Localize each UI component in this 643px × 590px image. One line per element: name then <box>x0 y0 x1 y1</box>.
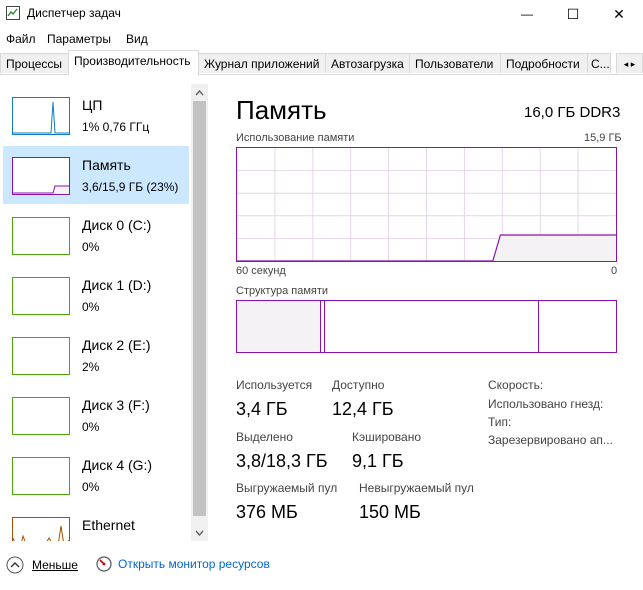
structure-modified <box>324 301 325 352</box>
sidebar-thumbnail-memory <box>12 157 70 195</box>
tab-scroll-arrows[interactable]: ◂ ▸ <box>616 53 643 73</box>
menu-view[interactable]: Вид <box>126 32 148 46</box>
available-value: 12,4 ГБ <box>332 399 394 419</box>
sidebar-item-disk-1[interactable]: Диск 1 (D:) 0% <box>3 266 189 324</box>
sidebar-item-value: Отправлено: 9,2 Пр <box>82 540 189 541</box>
performance-sidebar: ЦП 1% 0,76 ГГц Память 3,6/15,9 ГБ (23%) Диск… <box>0 75 208 541</box>
fewer-details-label[interactable]: Меньше <box>32 558 78 572</box>
sidebar-thumbnail-disk-2 <box>12 337 70 375</box>
usage-graph-label: Использование памяти <box>236 132 355 144</box>
graph-x-left: 60 секунд <box>236 265 286 277</box>
structure-label: Структура памяти <box>236 285 329 297</box>
sidebar-item-name: Память <box>82 157 131 173</box>
paged-pool-label: Выгружаемый пул <box>236 481 338 495</box>
maximize-button[interactable]: ☐ <box>550 0 596 28</box>
tab-users[interactable]: Пользователи <box>409 53 501 73</box>
sidebar-item-disk-2[interactable]: Диск 2 (E:) 2% <box>3 326 189 384</box>
memory-spec: 16,0 ГБ DDR3 <box>524 104 621 121</box>
sidebar-item-value: 0% <box>82 480 100 494</box>
sidebar-thumbnail-ethernet <box>12 517 70 541</box>
nonpaged-pool-value: 150 МБ <box>359 502 421 522</box>
tab-details[interactable]: Подробности <box>500 53 588 73</box>
scroll-up-icon[interactable] <box>195 90 204 96</box>
graph-x-right: 0 <box>611 265 618 277</box>
sidebar-item-name: Диск 1 (D:) <box>82 277 152 293</box>
page-title: Память <box>236 95 327 125</box>
close-button[interactable]: ✕ <box>596 0 642 28</box>
sidebar-thumbnail-disk-0 <box>12 217 70 255</box>
bottom-bar: Меньше Открыть монитор ресурсов <box>0 548 643 590</box>
sidebar-item-disk-0[interactable]: Диск 0 (C:) 0% <box>3 206 189 264</box>
window-title: Диспетчер задач <box>27 6 121 20</box>
sidebar-item-value: 1% 0,76 ГГц <box>82 120 150 134</box>
type-label: Тип: <box>488 415 512 429</box>
minimize-button[interactable]: — <box>504 0 550 28</box>
structure-in-use <box>237 301 321 352</box>
committed-label: Выделено <box>236 430 293 444</box>
sidebar-item-name: Ethernet <box>82 517 135 533</box>
menu-bar: Файл Параметры Вид <box>0 28 643 50</box>
sidebar-item-disk-3[interactable]: Диск 3 (F:) 0% <box>3 386 189 444</box>
sidebar-item-value: 0% <box>82 240 100 254</box>
sidebar-item-name: Диск 0 (C:) <box>82 217 152 233</box>
sidebar-item-value: 0% <box>82 420 100 434</box>
sidebar-item-value: 0% <box>82 300 100 314</box>
tab-app-history[interactable]: Журнал приложений <box>198 53 326 73</box>
tab-performance[interactable]: Производительность <box>68 50 199 75</box>
chevron-up-circle-icon <box>6 556 24 574</box>
available-label: Доступно <box>332 378 385 392</box>
sidebar-item-memory[interactable]: Память 3,6/15,9 ГБ (23%) <box>3 146 189 204</box>
resource-monitor-link[interactable]: Открыть монитор ресурсов <box>96 556 270 572</box>
close-icon: ✕ <box>613 5 625 22</box>
menu-options[interactable]: Параметры <box>47 32 111 46</box>
sidebar-item-value: 3,6/15,9 ГБ (23%) <box>82 180 179 194</box>
sidebar-item-ethernet[interactable]: Ethernet Отправлено: 9,2 Пр <box>3 506 189 541</box>
sidebar-item-name: Диск 3 (F:) <box>82 397 150 413</box>
usage-graph-max: 15,9 ГБ <box>584 132 622 144</box>
sidebar-item-name: ЦП <box>82 97 103 113</box>
memory-structure-graph <box>236 300 617 353</box>
sidebar-item-name: Диск 2 (E:) <box>82 337 151 353</box>
maximize-icon: ☐ <box>566 5 580 22</box>
menu-file[interactable]: Файл <box>6 32 36 46</box>
sidebar-item-cpu[interactable]: ЦП 1% 0,76 ГГц <box>3 86 189 144</box>
committed-value: 3,8/18,3 ГБ <box>236 451 328 471</box>
resource-monitor-label[interactable]: Открыть монитор ресурсов <box>118 557 270 571</box>
task-manager-icon <box>6 6 20 20</box>
sidebar-thumbnail-disk-1 <box>12 277 70 315</box>
hardware-reserved-label: Зарезервировано ап... <box>488 433 613 447</box>
slots-used-label: Использовано гнезд: <box>488 397 604 411</box>
sidebar-item-disk-4[interactable]: Диск 4 (G:) 0% <box>3 446 189 504</box>
cached-value: 9,1 ГБ <box>352 451 404 471</box>
title-bar: Диспетчер задач — ☐ ✕ <box>0 0 643 28</box>
sidebar-thumbnail-disk-3 <box>12 397 70 435</box>
tab-services[interactable]: С... <box>587 53 611 73</box>
usage-area <box>492 235 616 261</box>
sidebar-thumbnail-disk-4 <box>12 457 70 495</box>
fewer-details-button[interactable]: Меньше <box>6 556 78 574</box>
sidebar-thumbnail-cpu <box>12 97 70 135</box>
minimize-icon: — <box>521 7 533 21</box>
sidebar-scroll-thumb[interactable] <box>193 101 206 516</box>
scroll-down-icon[interactable] <box>195 530 204 536</box>
in-use-label: Используется <box>236 378 313 392</box>
tab-startup[interactable]: Автозагрузка <box>325 53 410 73</box>
speed-label: Скорость: <box>488 378 544 392</box>
resource-monitor-icon <box>96 556 112 572</box>
sidebar-item-name: Диск 4 (G:) <box>82 457 153 473</box>
tab-bar: Процессы Производительность Журнал прило… <box>0 50 643 75</box>
nonpaged-pool-label: Невыгружаемый пул <box>359 481 474 495</box>
tab-processes[interactable]: Процессы <box>0 53 69 73</box>
sidebar-item-value: 2% <box>82 360 100 374</box>
in-use-value: 3,4 ГБ <box>236 399 288 419</box>
paged-pool-value: 376 МБ <box>236 502 298 522</box>
structure-standby <box>538 301 539 352</box>
memory-usage-graph <box>236 147 617 262</box>
cached-label: Кэшировано <box>352 430 422 444</box>
